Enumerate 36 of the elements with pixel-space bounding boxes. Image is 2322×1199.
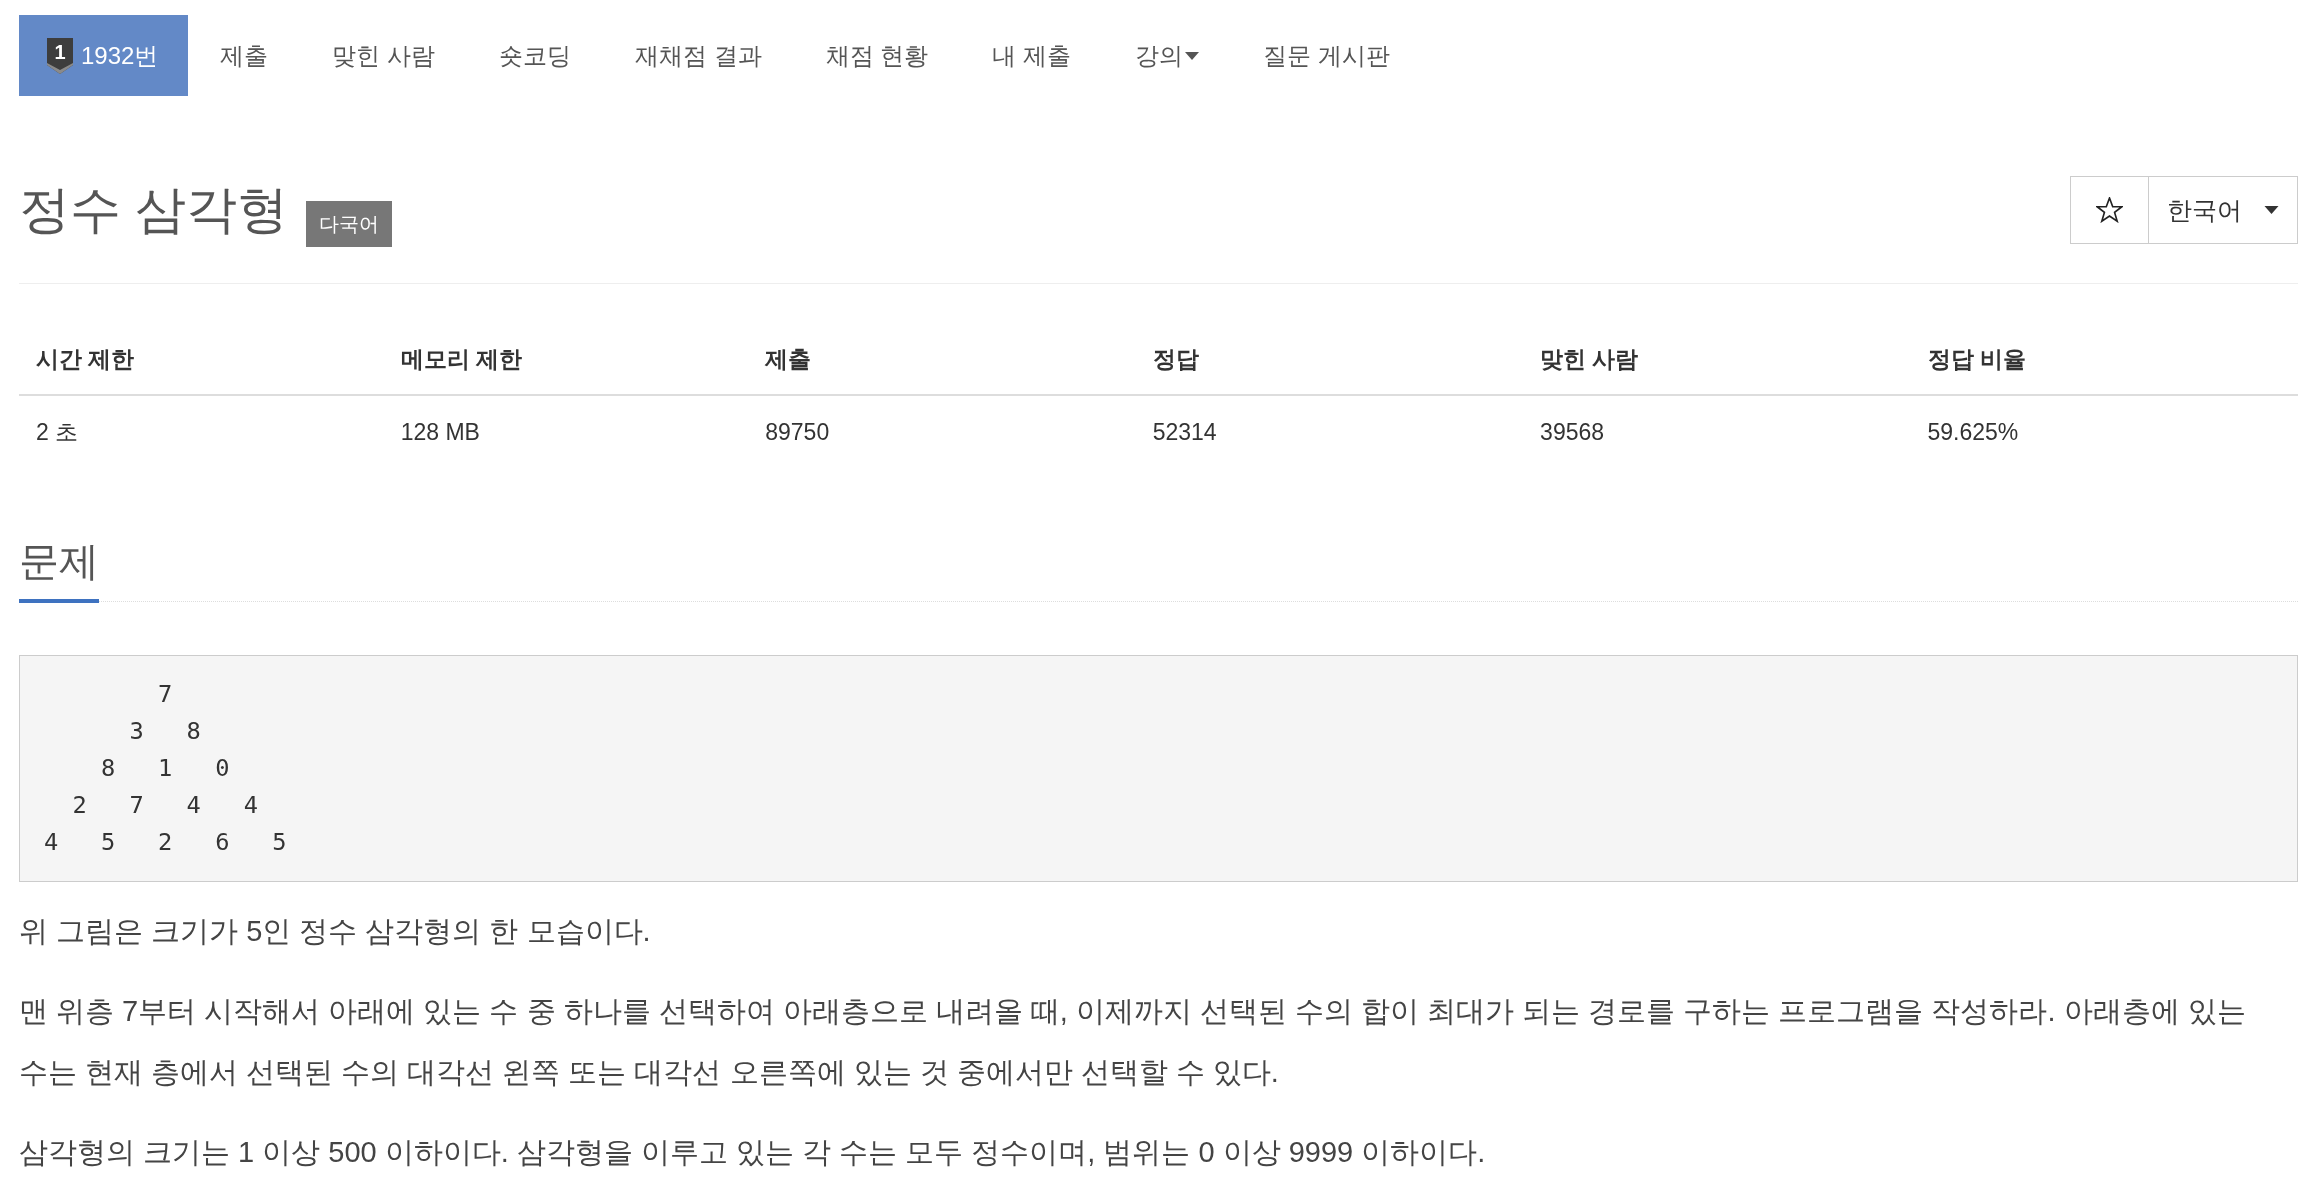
column-header: 메모리 제한 bbox=[383, 324, 749, 395]
paragraph: 위 그림은 크기가 5인 정수 삼각형의 한 모습이다. bbox=[19, 914, 652, 949]
table-cell: 89750 bbox=[748, 395, 1136, 468]
column-header: 정답 bbox=[1135, 324, 1524, 395]
code-line: 7 bbox=[157, 679, 173, 710]
nav-tab[interactable]: 제출 bbox=[188, 15, 301, 96]
caret-icon bbox=[2264, 206, 2279, 214]
language-tag: 다국어 bbox=[306, 201, 393, 247]
problem-title: 정수 삼각형 bbox=[19, 181, 289, 239]
nav-tab[interactable]: 재채점 결과 bbox=[603, 15, 794, 96]
code-line: 3 8 bbox=[128, 716, 201, 747]
star-button[interactable] bbox=[2070, 176, 2149, 244]
code-line: 8 1 0 bbox=[100, 753, 230, 784]
nav-tab[interactable]: 맞힌 사람 bbox=[300, 15, 468, 96]
table-cell: 39568 bbox=[1523, 395, 1911, 468]
nav-tab[interactable]: 채점 현황 bbox=[793, 15, 961, 96]
table-cell: 2 초 bbox=[19, 395, 384, 468]
shield-badge: 1 bbox=[47, 37, 73, 74]
nav-tab[interactable]: 질문 게시판 bbox=[1231, 15, 1422, 96]
language-dropdown[interactable]: 한국어 bbox=[2149, 176, 2298, 244]
section-heading: 문제 bbox=[19, 537, 99, 603]
code-line: 2 7 4 4 bbox=[71, 790, 258, 821]
column-header: 정답 비율 bbox=[1910, 324, 2298, 395]
code-line: 4 5 2 6 5 bbox=[44, 827, 287, 858]
table-cell: 128 MB bbox=[383, 395, 749, 468]
column-header: 제출 bbox=[748, 324, 1136, 395]
table-cell: 52314 bbox=[1135, 395, 1524, 468]
nav-tab[interactable]: 강의 bbox=[1103, 15, 1232, 96]
nav-tab[interactable]: 1 1932번 bbox=[19, 15, 189, 96]
column-header: 시간 제한 bbox=[19, 324, 384, 395]
paragraph: 삼각형의 크기는 1 이상 500 이하이다. 삼각형을 이루고 있는 각 수는 모두 정수이며, 범위는 0 이상 9999 이하이다. bbox=[19, 1135, 1487, 1170]
nav-tab[interactable]: 숏코딩 bbox=[467, 15, 604, 96]
table-cell: 59.625% bbox=[1910, 395, 2298, 468]
nav-tab[interactable]: 내 제출 bbox=[960, 15, 1104, 96]
column-header: 맞힌 사람 bbox=[1523, 324, 1911, 395]
paragraph: 맨 위층 7부터 시작해서 아래에 있는 수 중 하나를 선택하여 아래층으로 내려올 때, 이제까지 선택된 수의 합이 최대가 되는 경로를 구하는 프로그램을 작성하라. 아래층에 있는 수는 현재 층에서 선택된 수의 대각선 왼쪽 또는 대각선 오른쪽에 있는 것 중에서만 선택할 수 있다. bbox=[19, 994, 2247, 1090]
